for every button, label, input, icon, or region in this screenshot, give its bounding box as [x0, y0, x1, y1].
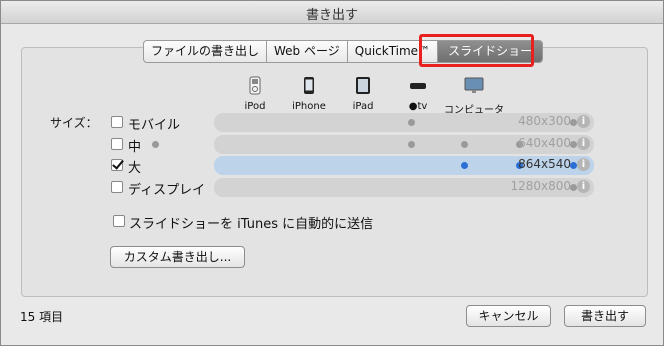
- device-ipod-label: iPod: [244, 101, 266, 112]
- device-apple-tv: ●tv: [388, 76, 448, 112]
- iphone-icon: [304, 77, 314, 94]
- itunes-send-label: スライドショーを iTunes に自動的に送信: [129, 217, 374, 232]
- size-row-mobile[interactable]: モバイル 480x300 i: [111, 113, 601, 133]
- device-apple-tv-label: ●tv: [408, 101, 428, 112]
- apple-tv-text: tv: [417, 101, 428, 112]
- compat-dot-computer: [570, 184, 577, 191]
- info-icon[interactable]: i: [577, 180, 590, 193]
- size-medium-resolution: 640x400: [518, 136, 571, 150]
- compat-dot-computer: [570, 141, 577, 148]
- size-medium-checkbox[interactable]: [111, 138, 123, 150]
- size-mobile-checkbox[interactable]: [111, 116, 123, 128]
- compat-dot-iphone: [408, 141, 415, 148]
- window-title: 書き出す: [305, 8, 358, 23]
- size-display-track: 1280x800 i: [214, 178, 594, 197]
- size-large-label: 大: [128, 161, 142, 176]
- compat-dot-ipod: [152, 141, 159, 148]
- size-mobile-track: 480x300 i: [214, 113, 594, 132]
- itunes-send-checkbox[interactable]: [113, 215, 125, 227]
- device-ipod: iPod: [225, 76, 285, 112]
- title-bar[interactable]: 書き出す: [1, 1, 663, 24]
- cancel-button[interactable]: キャンセル: [466, 305, 551, 327]
- export-dialog: 書き出す ファイルの書き出し Web ページ QuickTime™ スライドショ…: [0, 0, 664, 346]
- compat-dot-ipad: [461, 141, 468, 148]
- size-large-checkbox[interactable]: [111, 159, 123, 171]
- size-mobile-resolution: 480x300: [518, 114, 571, 128]
- info-icon[interactable]: i: [577, 158, 590, 171]
- info-icon[interactable]: i: [577, 137, 590, 150]
- ipod-icon: [249, 76, 261, 95]
- info-icon[interactable]: i: [577, 115, 590, 128]
- device-iphone-label: iPhone: [292, 101, 326, 112]
- size-display-label: ディスプレイ: [128, 183, 206, 198]
- computer-icon: [464, 77, 484, 93]
- compat-dot-computer: [570, 162, 577, 169]
- size-row-medium[interactable]: 中 640x400 i: [111, 135, 601, 155]
- device-iphone: iPhone: [279, 76, 339, 112]
- size-mobile-label: モバイル: [128, 118, 181, 133]
- export-button[interactable]: 書き出す: [564, 305, 646, 327]
- size-display-resolution: 1280x800: [510, 179, 571, 193]
- tab-file-export[interactable]: ファイルの書き出し: [144, 41, 268, 62]
- size-label: サイズ：: [50, 116, 98, 130]
- apple-tv-icon: [410, 83, 426, 89]
- device-ipad-label: iPad: [352, 101, 374, 112]
- compat-dot-computer: [570, 119, 577, 126]
- size-display-checkbox[interactable]: [111, 181, 123, 193]
- size-large-resolution: 864x540: [518, 157, 571, 171]
- compat-dot-ipad: [461, 162, 468, 169]
- item-count: 15 項目: [20, 310, 64, 324]
- compat-dot-iphone: [408, 119, 415, 126]
- tab-web-page[interactable]: Web ページ: [267, 41, 348, 62]
- size-row-display[interactable]: ディスプレイ 1280x800 i: [111, 178, 601, 198]
- size-large-track: 864x540 i: [214, 156, 594, 175]
- size-row-large[interactable]: 大 864x540 i: [111, 156, 601, 176]
- device-computer: コンピュータ: [444, 76, 504, 116]
- custom-export-button[interactable]: カスタム書き出し...: [110, 246, 245, 268]
- size-medium-label: 中: [128, 140, 142, 155]
- device-ipad: iPad: [333, 76, 393, 112]
- ipad-icon: [356, 77, 370, 94]
- size-medium-track: 640x400 i: [152, 135, 594, 154]
- highlight-annotation: [419, 34, 534, 67]
